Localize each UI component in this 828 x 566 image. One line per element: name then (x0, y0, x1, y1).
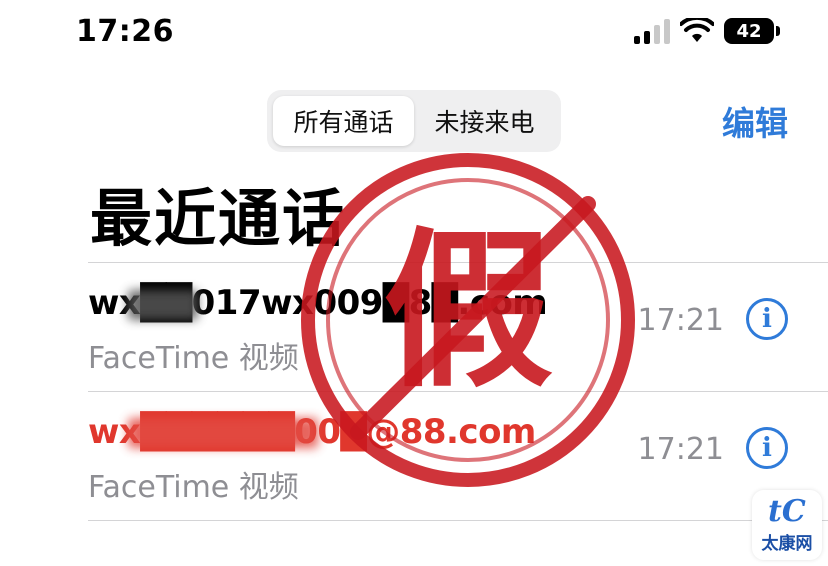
list-divider (88, 520, 828, 521)
cellular-signal-icon (634, 18, 670, 44)
call-type-label: FaceTime 视频 (88, 341, 299, 376)
redaction-blur (128, 418, 318, 448)
status-bar-time: 17:26 (76, 14, 174, 49)
status-bar-icons: 42 (634, 18, 780, 44)
wifi-icon (680, 18, 714, 42)
redaction-blur (128, 290, 198, 320)
call-time: 17:21 (637, 303, 724, 338)
fake-stamp-icon: 假 (301, 153, 635, 487)
call-time: 17:21 (637, 432, 724, 467)
tab-all-calls[interactable]: 所有通话 (273, 96, 414, 146)
watermark-logo-icon: tC (768, 494, 806, 529)
tab-missed-calls[interactable]: 未接来电 (414, 96, 555, 146)
watermark-text: 太康网 (761, 534, 813, 554)
battery-icon: 42 (724, 18, 780, 44)
info-icon[interactable]: i (746, 298, 788, 340)
info-icon[interactable]: i (746, 427, 788, 469)
edit-button[interactable]: 编辑 (722, 97, 788, 145)
call-filter-segmented-control[interactable]: 所有通话 未接来电 (267, 90, 561, 152)
site-watermark-logo: tC 太康网 (752, 490, 822, 560)
call-type-label: FaceTime 视频 (88, 470, 299, 505)
